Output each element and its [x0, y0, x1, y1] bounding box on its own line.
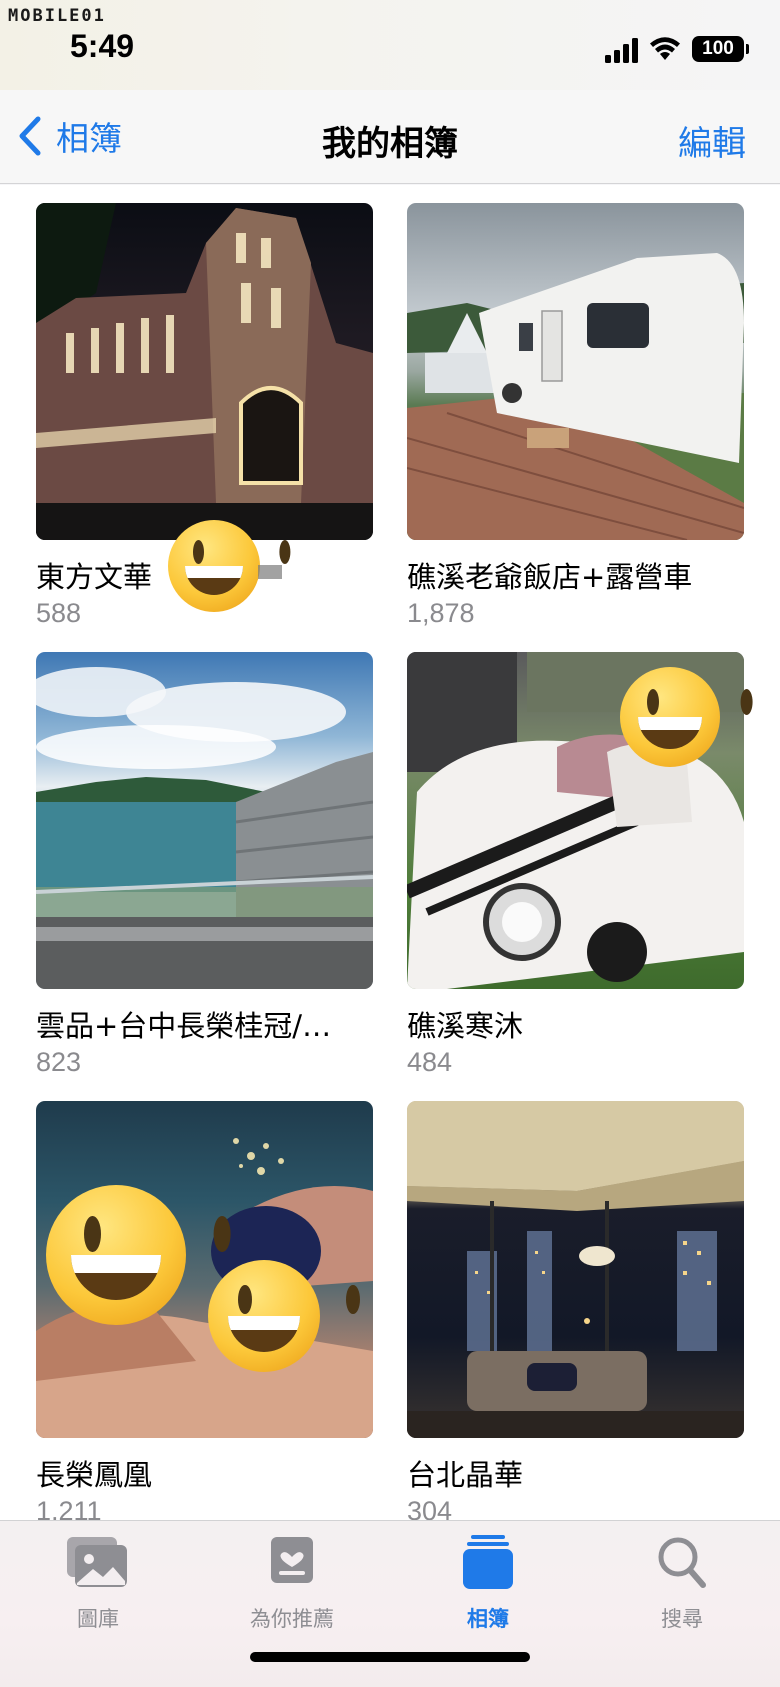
album-count: 823 [36, 1047, 82, 1077]
tab-albums[interactable]: 相簿 [418, 1533, 558, 1633]
tab-label: 為你推薦 [250, 1607, 334, 1631]
caravan-image [407, 253, 744, 540]
pixelated-blur [258, 565, 282, 579]
album-item[interactable]: 雲品+台中長榮桂冠/… 823 [36, 652, 373, 1078]
status-bar: MOBILE01 5:49 100 [0, 0, 780, 90]
page-title: 我的相簿 [322, 124, 458, 164]
album-count: 1,211 [36, 1496, 102, 1520]
tab-label: 圖庫 [77, 1607, 119, 1631]
album-thumbnail[interactable] [36, 203, 373, 540]
cellular-signal-icon [605, 38, 638, 63]
watermark-logo: MOBILE01 [8, 6, 106, 26]
search-icon [658, 1537, 706, 1588]
smiley-emoji-sticker [46, 1185, 186, 1325]
tab-search[interactable]: 搜尋 [612, 1533, 752, 1633]
for-you-icon [271, 1537, 313, 1583]
album-item[interactable]: 礁溪老爺飯店+露營車 1,878 [407, 203, 744, 629]
albums-icon [463, 1535, 513, 1589]
navigation-bar: 相簿 我的相簿 編輯 [0, 90, 780, 184]
album-title: 台北晶華 [407, 1458, 524, 1492]
album-count: 304 [407, 1496, 453, 1520]
city-night-room-image [407, 1101, 744, 1438]
tab-label: 搜尋 [661, 1607, 703, 1631]
album-grid: 東方文華 588 礁溪老爺飯店+露營車 1,878 雲品+台中長榮桂冠/… 82… [0, 185, 780, 1520]
wifi-icon [650, 37, 680, 60]
album-count: 484 [407, 1047, 453, 1077]
album-thumbnail[interactable] [407, 203, 744, 540]
tab-label: 相簿 [467, 1607, 509, 1631]
album-count: 1,878 [407, 598, 475, 628]
album-title: 礁溪寒沐 [407, 1009, 524, 1043]
smiley-emoji-sticker [168, 520, 260, 612]
smiley-emoji-sticker [620, 667, 720, 767]
status-time: 5:49 [70, 28, 135, 64]
home-indicator[interactable] [250, 1652, 530, 1662]
album-title: 長榮鳳凰 [36, 1458, 153, 1492]
album-item[interactable]: 台北晶華 304 [407, 1101, 744, 1520]
battery-indicator: 100 [692, 36, 749, 62]
night-building-image [36, 203, 373, 540]
smiley-emoji-sticker [208, 1260, 320, 1372]
album-thumbnail[interactable] [36, 652, 373, 989]
tab-library[interactable]: 圖庫 [28, 1533, 168, 1633]
library-icon [67, 1537, 127, 1587]
edit-button[interactable]: 編輯 [678, 116, 746, 165]
lake-view-image [36, 667, 373, 989]
album-thumbnail[interactable] [407, 1101, 744, 1438]
album-title: 礁溪老爺飯店+露營車 [407, 560, 693, 594]
tab-for-you[interactable]: 為你推薦 [222, 1533, 362, 1633]
album-title: 雲品+台中長榮桂冠/… [36, 1009, 332, 1043]
